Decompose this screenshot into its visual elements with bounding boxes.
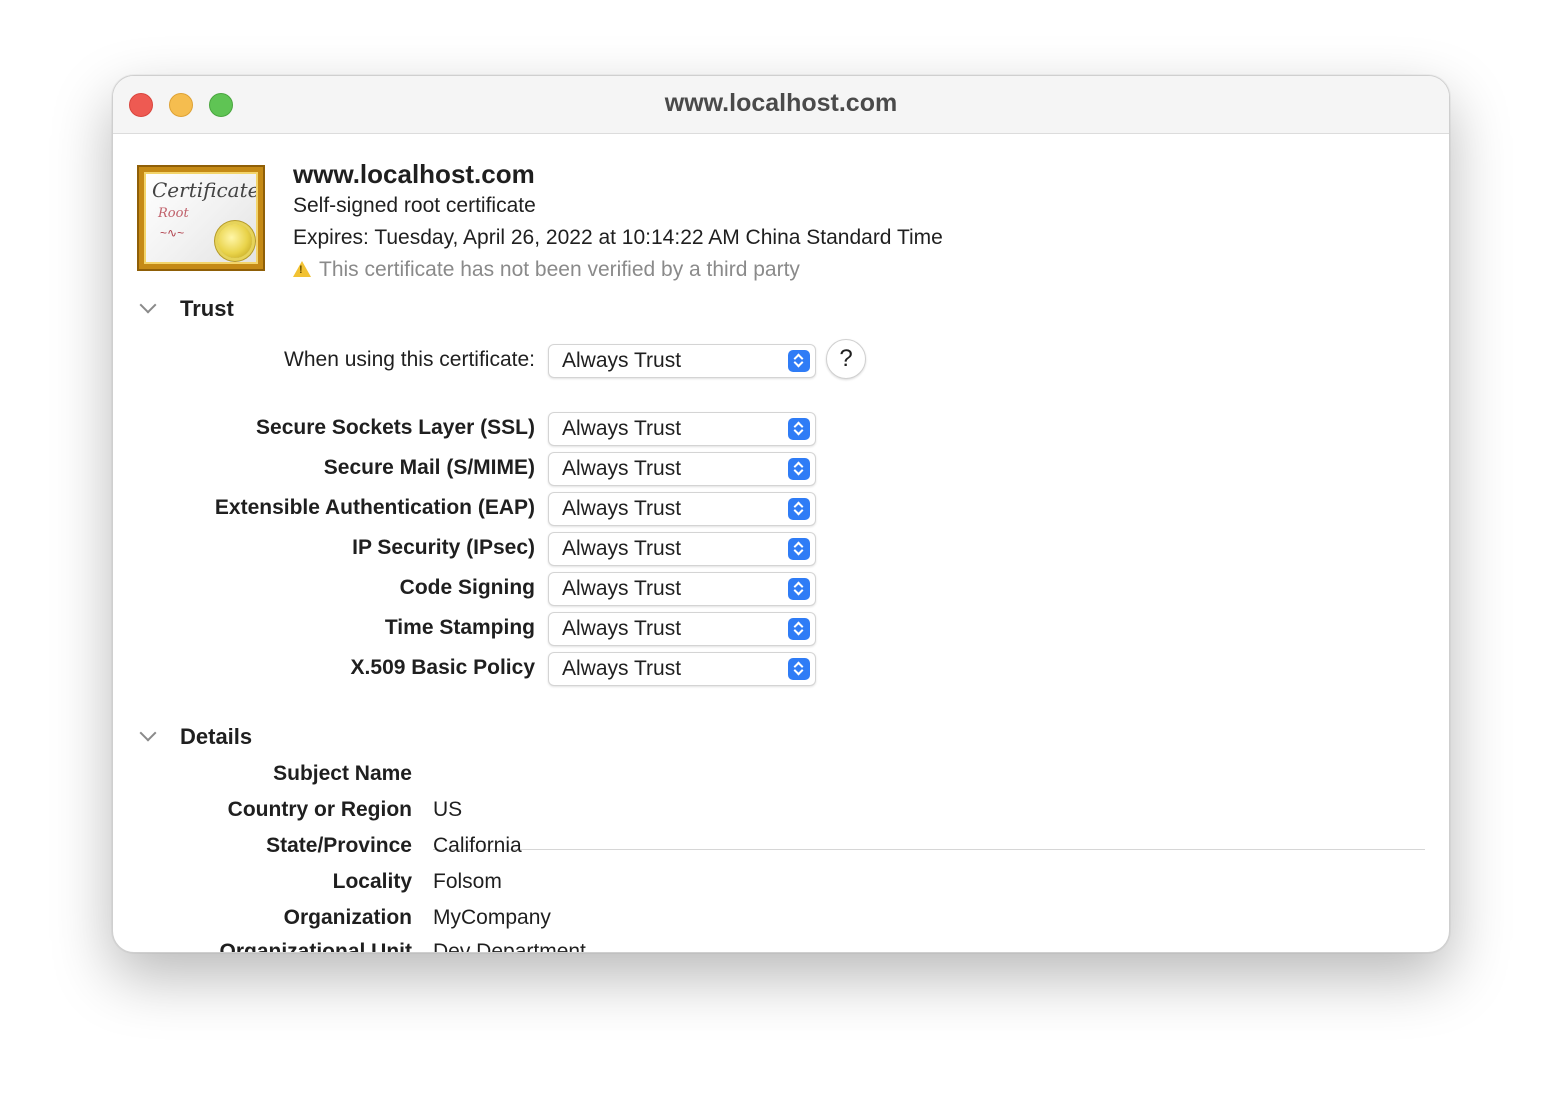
up-down-chevron-icon — [788, 498, 810, 520]
policy-select-x509[interactable]: Always Trust — [548, 652, 816, 686]
up-down-chevron-icon — [788, 458, 810, 480]
policy-label-smime: Secure Mail (S/MIME) — [323, 456, 535, 479]
details-section-title: Details — [180, 724, 253, 749]
policy-select-time-stamping[interactable]: Always Trust — [548, 612, 816, 646]
when-using-select[interactable]: Always Trust — [548, 344, 816, 378]
when-using-label: When using this certificate: — [284, 348, 535, 371]
policy-label-eap: Extensible Authentication (EAP) — [214, 496, 535, 519]
policy-select-ssl[interactable]: Always Trust — [548, 412, 816, 446]
help-button[interactable]: ? — [826, 339, 866, 379]
certificate-icon-root-script: Root — [158, 206, 189, 221]
policy-select-value: Always Trust — [562, 457, 682, 480]
policy-label-code-signing: Code Signing — [399, 576, 535, 599]
detail-value-org-unit: Dev Department — [433, 940, 586, 952]
certificate-icon: Certificate Root ~∿~ — [137, 165, 265, 271]
subject-name-heading: Subject Name — [273, 762, 412, 785]
policy-select-smime[interactable]: Always Trust — [548, 452, 816, 486]
details-disclosure[interactable]: Details — [137, 724, 252, 750]
policy-label-x509: X.509 Basic Policy — [350, 656, 535, 679]
verification-warning-text: This certificate has not been verified b… — [319, 258, 800, 281]
policy-select-value: Always Trust — [562, 657, 682, 680]
certificate-icon-face: Certificate Root ~∿~ — [144, 172, 258, 264]
detail-value-locality: Folsom — [433, 870, 502, 893]
subject-name-divider — [433, 849, 1425, 850]
up-down-chevron-icon — [788, 350, 810, 372]
certificate-type: Self-signed root certificate — [293, 194, 536, 217]
chevron-down-icon[interactable] — [139, 724, 157, 742]
policy-select-value: Always Trust — [562, 417, 682, 440]
chevron-down-icon[interactable] — [139, 296, 157, 314]
title-bar[interactable]: www.localhost.com — [113, 76, 1449, 134]
detail-value-country: US — [433, 798, 463, 821]
certificate-icon-script: Certificate — [152, 178, 258, 202]
certificate-name: www.localhost.com — [293, 159, 535, 189]
policy-label-ipsec: IP Security (IPsec) — [352, 536, 535, 559]
warning-triangle-icon — [293, 261, 311, 277]
detail-label-org-unit: Organizational Unit — [219, 940, 412, 952]
policy-select-value: Always Trust — [562, 617, 682, 640]
detail-value-organization: MyCompany — [433, 906, 551, 929]
detail-value-state: California — [433, 834, 522, 857]
up-down-chevron-icon — [788, 618, 810, 640]
up-down-chevron-icon — [788, 658, 810, 680]
trust-disclosure[interactable]: Trust — [137, 296, 234, 322]
certificate-seal-icon — [218, 224, 252, 258]
detail-label-country: Country or Region — [227, 798, 412, 821]
verification-warning: This certificate has not been verified b… — [293, 258, 800, 282]
policy-select-ipsec[interactable]: Always Trust — [548, 532, 816, 566]
detail-label-locality: Locality — [332, 870, 412, 893]
certificate-content[interactable]: Certificate Root ~∿~ www.localhost.com S… — [113, 134, 1449, 952]
policy-select-value: Always Trust — [562, 577, 682, 600]
policy-select-eap[interactable]: Always Trust — [548, 492, 816, 526]
policy-label-ssl: Secure Sockets Layer (SSL) — [256, 416, 535, 439]
detail-label-organization: Organization — [283, 906, 412, 929]
policy-select-value: Always Trust — [562, 537, 682, 560]
certificate-icon-flourish: ~∿~ — [160, 226, 185, 240]
policy-select-code-signing[interactable]: Always Trust — [548, 572, 816, 606]
certificate-window: www.localhost.com Certificate Root ~∿~ w… — [112, 75, 1450, 953]
up-down-chevron-icon — [788, 578, 810, 600]
policy-select-value: Always Trust — [562, 497, 682, 520]
when-using-select-value: Always Trust — [562, 349, 682, 372]
policy-label-time-stamping: Time Stamping — [384, 616, 535, 639]
window-title: www.localhost.com — [664, 89, 898, 117]
certificate-expiry: Expires: Tuesday, April 26, 2022 at 10:1… — [293, 226, 943, 249]
up-down-chevron-icon — [788, 538, 810, 560]
up-down-chevron-icon — [788, 418, 810, 440]
detail-label-state: State/Province — [266, 834, 412, 857]
trust-section-title: Trust — [180, 296, 234, 321]
